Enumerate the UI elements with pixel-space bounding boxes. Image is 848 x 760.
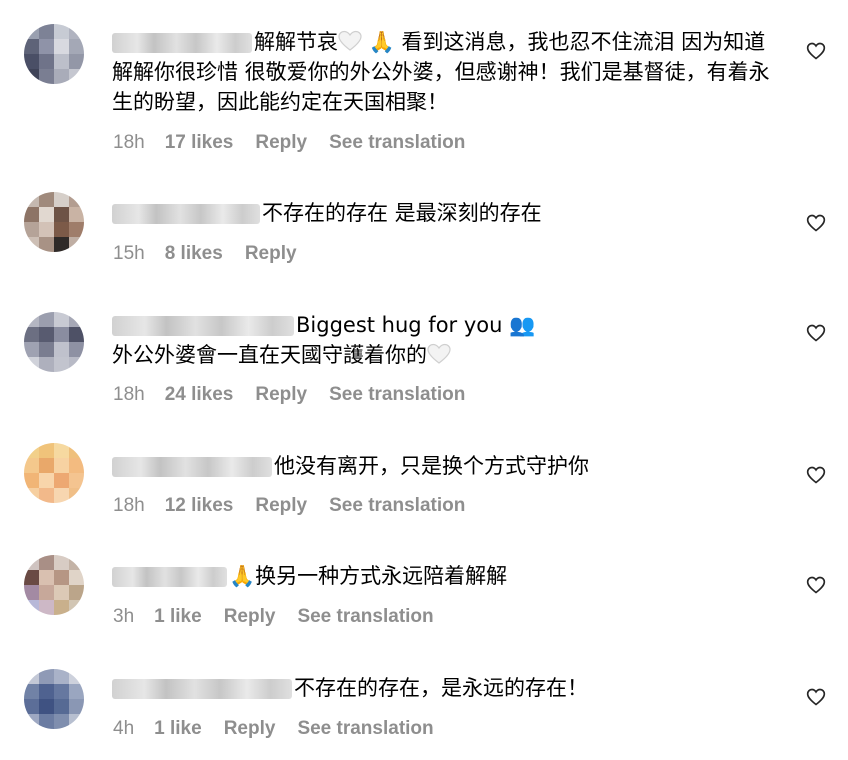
- comment-meta: 18h 17 likes Reply See translation: [113, 132, 487, 156]
- comment-text: Biggest hug for you 👥 外公外婆會一直在天國守護着你的: [112, 310, 782, 370]
- likes-count[interactable]: 1 like: [154, 718, 202, 739]
- comment-meta: 4h 1 like Reply See translation: [113, 718, 456, 742]
- comment-text-body: 不存在的存在 是最深刻的存在: [262, 201, 542, 225]
- reply-button[interactable]: Reply: [255, 495, 307, 516]
- comment-item: 不存在的存在，是永远的存在！ 4h 1 like Reply See translat…: [0, 649, 848, 760]
- comment-text-body: 换另一种方式永远陪着解解: [255, 564, 508, 588]
- see-translation-button[interactable]: See translation: [297, 718, 433, 739]
- avatar[interactable]: [24, 24, 84, 84]
- username-blurred[interactable]: [112, 204, 260, 224]
- likes-count[interactable]: 1 like: [154, 606, 202, 627]
- avatar[interactable]: [24, 312, 84, 372]
- comment-text-body: 他没有离开，只是换个方式守护你: [274, 454, 589, 478]
- comment-text: 解解节哀 🙏 看到这消息，我也忍不住流泪 因为知道解解你很珍惜 很敬爱你的外公外…: [112, 27, 782, 117]
- comment-text-body: 外公外婆會一直在天國守護着你的: [112, 343, 427, 367]
- likes-count[interactable]: 8 likes: [165, 243, 223, 264]
- comment-text-body: 不存在的存在，是永远的存在！: [294, 676, 588, 700]
- likes-count[interactable]: 17 likes: [165, 132, 234, 153]
- avatar[interactable]: [24, 192, 84, 252]
- heart-outline-icon[interactable]: [806, 465, 826, 485]
- comment-item: 不存在的存在 是最深刻的存在 15h 8 likes Reply: [0, 170, 848, 290]
- timestamp: 15h: [113, 243, 145, 264]
- comment-text: 他没有离开，只是换个方式守护你: [112, 451, 782, 481]
- heart-outline-icon[interactable]: [806, 213, 826, 233]
- comment-text: 不存在的存在 是最深刻的存在: [112, 198, 782, 228]
- reply-button[interactable]: Reply: [224, 606, 276, 627]
- avatar[interactable]: [24, 443, 84, 503]
- people-hugging-emoji: 👥: [509, 313, 536, 337]
- comment-item: 他没有离开，只是换个方式守护你 18h 12 likes Reply See tran…: [0, 425, 848, 537]
- timestamp: 3h: [113, 606, 135, 627]
- praying-hands-emoji: 🙏: [229, 564, 256, 588]
- see-translation-button[interactable]: See translation: [329, 384, 465, 405]
- reply-button[interactable]: Reply: [255, 384, 307, 405]
- timestamp: 18h: [113, 384, 145, 405]
- timestamp: 18h: [113, 495, 145, 516]
- heart-outline-icon[interactable]: [806, 575, 826, 595]
- comment-item: Biggest hug for you 👥 外公外婆會一直在天國守護着你的 18…: [0, 290, 848, 425]
- username-blurred[interactable]: [112, 567, 227, 587]
- comment-meta: 15h 8 likes Reply: [113, 243, 319, 267]
- comment-text: 不存在的存在，是永远的存在！: [112, 673, 782, 703]
- likes-count[interactable]: 24 likes: [165, 384, 234, 405]
- reply-button[interactable]: Reply: [224, 718, 276, 739]
- username-blurred[interactable]: [112, 316, 294, 336]
- comment-text: 🙏换另一种方式永远陪着解解: [112, 561, 782, 591]
- reply-button[interactable]: Reply: [255, 132, 307, 153]
- username-blurred[interactable]: [112, 679, 292, 699]
- comment-meta: 18h 24 likes Reply See translation: [113, 384, 487, 408]
- avatar[interactable]: [24, 669, 84, 729]
- see-translation-button[interactable]: See translation: [329, 495, 465, 516]
- heart-outline-icon[interactable]: [806, 687, 826, 707]
- heart-outline-icon[interactable]: [806, 323, 826, 343]
- comment-text-english: Biggest hug for you: [296, 313, 503, 337]
- comment-item: 解解节哀 🙏 看到这消息，我也忍不住流泪 因为知道解解你很珍惜 很敬爱你的外公外…: [0, 0, 848, 170]
- comment-meta: 18h 12 likes Reply See translation: [113, 495, 487, 519]
- white-heart-emoji: [427, 343, 451, 364]
- comment-item: 🙏换另一种方式永远陪着解解 3h 1 like Reply See translati…: [0, 537, 848, 649]
- praying-hands-emoji: 🙏: [368, 30, 395, 54]
- comment-meta: 3h 1 like Reply See translation: [113, 606, 456, 630]
- white-heart-emoji: [338, 30, 362, 51]
- reply-button[interactable]: Reply: [245, 243, 297, 264]
- heart-outline-icon[interactable]: [806, 41, 826, 61]
- see-translation-button[interactable]: See translation: [329, 132, 465, 153]
- see-translation-button[interactable]: See translation: [297, 606, 433, 627]
- avatar[interactable]: [24, 555, 84, 615]
- timestamp: 18h: [113, 132, 145, 153]
- comment-text-intro: 解解节哀: [254, 30, 338, 54]
- username-blurred[interactable]: [112, 33, 252, 53]
- likes-count[interactable]: 12 likes: [165, 495, 234, 516]
- timestamp: 4h: [113, 718, 135, 739]
- username-blurred[interactable]: [112, 457, 272, 477]
